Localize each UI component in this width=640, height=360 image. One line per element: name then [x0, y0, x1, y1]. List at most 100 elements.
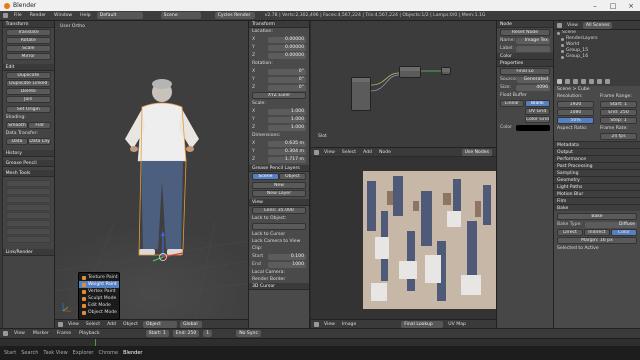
editor-type-icon[interactable]: [3, 13, 8, 18]
mode-edit[interactable]: Edit Mode: [79, 302, 119, 309]
outliner-filter-dropdown[interactable]: All Scenes: [582, 21, 613, 29]
rotation-mode-dropdown[interactable]: XYZ Euler: [252, 92, 306, 99]
timeline-end-field[interactable]: End: 250: [172, 330, 200, 337]
blender-taskbar-button[interactable]: Blender: [123, 350, 142, 356]
resolution-y-field[interactable]: 1080: [557, 109, 594, 116]
size-value[interactable]: 4096: [516, 84, 550, 91]
close-button[interactable]: ×: [622, 2, 640, 10]
node-name-field[interactable]: Name: Image Tex: [500, 37, 550, 44]
start-button[interactable]: Start: [4, 350, 16, 356]
rotation-x-field[interactable]: X 0°: [252, 68, 306, 75]
section-light-paths[interactable]: Light Paths: [554, 183, 640, 190]
mode-object[interactable]: Object Mode: [79, 309, 119, 316]
image-datablock[interactable]: Final Lo: [500, 68, 550, 75]
scale-x-value[interactable]: 1.000: [268, 108, 306, 115]
node-label-value[interactable]: [516, 45, 550, 52]
lock-cursor-checkbox[interactable]: Lock to Cursor: [249, 231, 309, 238]
render-border-checkbox[interactable]: Render Border: [249, 276, 309, 283]
layout-dropdown[interactable]: Default: [96, 12, 143, 19]
join-button[interactable]: Join: [5, 96, 51, 103]
color-swatch[interactable]: [516, 124, 550, 131]
frame-rate-dropdown[interactable]: 24 fps: [600, 133, 637, 140]
rotation-z-field[interactable]: Z 0°: [252, 84, 306, 91]
gp-new-layer-button[interactable]: New Layer: [252, 190, 306, 197]
selected-to-active-checkbox[interactable]: Selected to Active: [554, 245, 640, 252]
dimension-z-field[interactable]: Z 1.717 m: [252, 156, 306, 163]
frame-end-field[interactable]: End: 250: [600, 109, 637, 116]
dimension-z-value[interactable]: 1.717 m: [268, 156, 306, 163]
lock-camera-checkbox[interactable]: Lock Camera to View: [249, 238, 309, 245]
bake-type-field[interactable]: Bake Type: Diffuse: [557, 221, 637, 228]
influence-color[interactable]: Color: [611, 229, 637, 236]
modifier-tab-icon[interactable]: [597, 79, 602, 84]
data-layouts-button[interactable]: Data Layouts: [28, 138, 52, 145]
minimize-button[interactable]: –: [586, 2, 604, 10]
sync-dropdown[interactable]: No Sync: [236, 330, 261, 337]
set-origin-button[interactable]: Set Origin: [5, 106, 51, 113]
node-editor[interactable]: Slot: [311, 21, 496, 147]
mode-weight-paint[interactable]: Weight Paint: [79, 281, 119, 288]
influence-direct[interactable]: Direct: [557, 229, 583, 236]
scale-z-field[interactable]: Z 1.000: [252, 124, 306, 131]
editor-type-icon[interactable]: [58, 321, 63, 327]
render-tab-icon[interactable]: [557, 79, 562, 84]
reset-node-button[interactable]: Reset Node: [500, 29, 550, 36]
size-field[interactable]: Size: 4096: [500, 84, 550, 91]
mode-vertex-paint[interactable]: Vertex Paint: [79, 288, 119, 295]
smooth-button[interactable]: Smooth: [5, 122, 29, 129]
linear-field[interactable]: Linear: [500, 100, 524, 107]
task-view-button[interactable]: Task View: [43, 350, 67, 356]
section-performance[interactable]: Performance: [554, 155, 640, 162]
menu-node[interactable]: Node: [377, 150, 393, 155]
3d-cursor-header[interactable]: 3D Cursor: [249, 283, 309, 290]
type-option-uv-grid[interactable]: UV Grid: [524, 108, 550, 115]
bake-margin-field[interactable]: Margin: 16 px: [557, 237, 637, 244]
menu-marker[interactable]: Marker: [31, 331, 51, 336]
duplicate-button[interactable]: Duplicate: [5, 72, 51, 79]
section-geometry[interactable]: Geometry: [554, 176, 640, 183]
image-selector[interactable]: Final Lookup: [401, 320, 444, 328]
menu-window[interactable]: Window: [52, 13, 74, 18]
dimension-x-field[interactable]: X 0.635 m: [252, 140, 306, 147]
menu-file[interactable]: File: [12, 13, 24, 18]
translate-button[interactable]: Translate: [5, 29, 51, 36]
location-x-field[interactable]: X 0.00000: [252, 36, 306, 43]
object-tab-icon[interactable]: [589, 79, 594, 84]
bake-type-value[interactable]: Diffuse: [585, 221, 637, 228]
location-x-value[interactable]: 0.00000: [268, 36, 306, 43]
transform-header[interactable]: Transform: [2, 21, 54, 28]
rotate-button[interactable]: Rotate: [5, 37, 51, 44]
menu-image[interactable]: Image: [340, 322, 358, 327]
menu-view[interactable]: View: [12, 331, 27, 336]
menu-view[interactable]: View: [565, 23, 580, 28]
resolution-percent-slider[interactable]: 50%: [557, 117, 594, 124]
menu-view[interactable]: View: [322, 322, 337, 327]
edit-header[interactable]: Edit: [2, 64, 54, 71]
mode-texture-paint[interactable]: Texture Paint: [79, 274, 119, 281]
mode-sculpt[interactable]: Sculpt Mode: [79, 295, 119, 302]
editor-type-icon[interactable]: [314, 321, 319, 327]
clip-end-field[interactable]: End 1000: [252, 261, 306, 268]
maximize-button[interactable]: □: [604, 2, 622, 10]
section-post-processing[interactable]: Post Processing: [554, 162, 640, 169]
clip-start-field[interactable]: Start 0.100: [252, 253, 306, 260]
explorer-button[interactable]: Explorer: [73, 350, 94, 356]
menu-add[interactable]: Add: [361, 150, 374, 155]
float-buffer-checkbox[interactable]: Float Buffer: [497, 92, 553, 99]
section-motion-blur[interactable]: Motion Blur: [554, 190, 640, 197]
rotation-y-value[interactable]: 0°: [268, 76, 306, 83]
resolution-x-field[interactable]: 1920: [557, 101, 594, 108]
mirror-button[interactable]: Mirror: [5, 53, 51, 60]
mesh-tools-header[interactable]: Mesh Tools: [2, 170, 54, 177]
gp-object-tab[interactable]: Object: [279, 173, 306, 180]
frame-step-field[interactable]: Step: 1: [600, 117, 637, 124]
view-panel-header[interactable]: View: [249, 199, 309, 206]
source-value[interactable]: Generated: [517, 76, 550, 83]
transform-panel-header[interactable]: Transform: [249, 21, 309, 28]
menu-select[interactable]: Select: [340, 150, 358, 155]
layers-tab-icon[interactable]: [565, 79, 570, 84]
menu-view[interactable]: View: [322, 150, 337, 155]
timeline-start-field[interactable]: Start: 1: [145, 330, 169, 337]
history-header[interactable]: History: [2, 150, 54, 157]
rotation-z-value[interactable]: 0°: [268, 84, 306, 91]
